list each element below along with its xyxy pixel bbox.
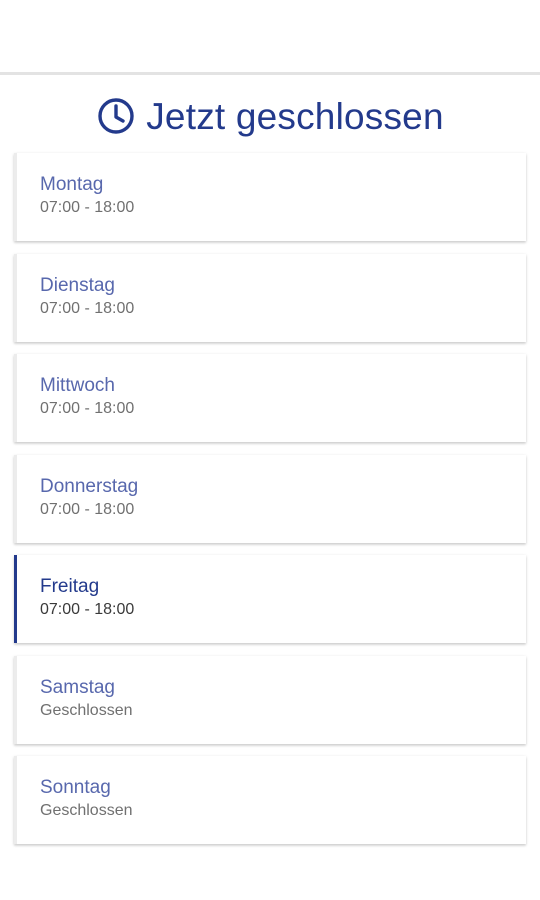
day-card-montag[interactable]: Montag 07:00 - 18:00 <box>14 153 526 241</box>
day-hours: 07:00 - 18:00 <box>40 199 135 216</box>
opening-status-text: Jetzt geschlossen <box>146 95 444 137</box>
day-name: Freitag <box>40 576 100 597</box>
day-hours: Geschlossen <box>40 701 133 719</box>
header-divider <box>0 72 540 75</box>
day-name: Dienstag <box>40 274 115 296</box>
day-card-dienstag[interactable]: Dienstag 07:00 - 18:00 <box>14 253 526 342</box>
day-hours: 07:00 - 18:00 <box>40 400 135 417</box>
day-name: Montag <box>40 174 104 195</box>
day-card-freitag[interactable]: Freitag 07:00 - 18:00 <box>14 555 526 643</box>
day-hours: 07:00 - 18:00 <box>40 601 135 618</box>
day-card-sonntag[interactable]: Sonntag Geschlossen <box>14 756 526 844</box>
day-hours: Geschlossen <box>40 802 133 819</box>
opening-hours-list: Montag 07:00 - 18:00 Dienstag 07:00 - 18… <box>14 153 526 857</box>
day-name: Donnerstag <box>40 475 139 497</box>
day-card-samstag[interactable]: Samstag Geschlossen <box>14 655 526 744</box>
day-card-mittwoch[interactable]: Mittwoch 07:00 - 18:00 <box>14 354 526 442</box>
opening-status-header: Jetzt geschlossen <box>0 88 540 144</box>
day-name: Mittwoch <box>40 375 115 396</box>
clock-icon <box>96 96 136 136</box>
day-hours: 07:00 - 18:00 <box>40 299 135 317</box>
top-bar <box>0 0 540 72</box>
day-name: Samstag <box>40 676 115 698</box>
day-card-donnerstag[interactable]: Donnerstag 07:00 - 18:00 <box>14 454 526 543</box>
day-hours: 07:00 - 18:00 <box>40 500 135 518</box>
day-name: Sonntag <box>40 777 111 798</box>
